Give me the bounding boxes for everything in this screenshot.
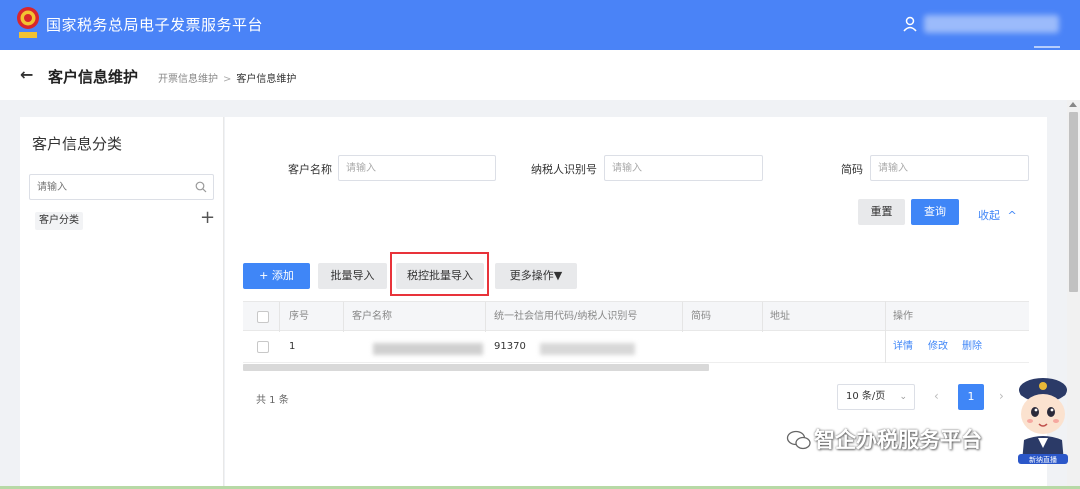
column-divider (682, 302, 683, 332)
column-divider (343, 302, 344, 332)
current-page-button[interactable]: 1 (958, 384, 984, 410)
column-header-credit-code: 统一社会信用代码/纳税人识别号 (494, 311, 638, 322)
customer-name-input[interactable] (338, 155, 496, 181)
watermark-text: 智企办税服务平台 (784, 424, 982, 454)
page-size-value: 10 条/页 (846, 391, 886, 402)
breadcrumb-item-current: 客户信息维护 (236, 74, 297, 85)
page-header: ← 客户信息维护 开票信息维护 > 客户信息维护 (0, 50, 1080, 100)
collapse-label: 收起 (978, 209, 1000, 222)
actions-column-divider (885, 301, 886, 363)
search-icon[interactable] (195, 181, 207, 193)
breadcrumb-item-invoice-info[interactable]: 开票信息维护 (158, 74, 218, 85)
chevron-down-icon: ⌄ (899, 392, 907, 402)
collapse-toggle[interactable]: 收起 ^ (978, 207, 1017, 223)
username-redacted[interactable] (924, 15, 1059, 33)
column-divider (762, 302, 763, 332)
delete-link[interactable]: 删除 (962, 332, 982, 362)
sidebar-title: 客户信息分类 (32, 135, 123, 153)
row-checkbox[interactable] (257, 341, 269, 353)
highlight-annotation (390, 252, 489, 296)
page-size-select[interactable]: 10 条/页 ⌄ (837, 384, 915, 410)
breadcrumb: 开票信息维护 > 客户信息维护 (158, 70, 296, 85)
short-code-input[interactable] (870, 155, 1029, 181)
cell-index: 1 (289, 341, 296, 352)
taxpayer-id-label: 纳税人识别号 (531, 163, 597, 176)
column-header-actions: 操作 (893, 311, 913, 322)
page-scrollbar-thumb[interactable] (1069, 112, 1078, 292)
column-header-customer-name: 客户名称 (352, 311, 392, 322)
scroll-up-arrow-icon[interactable] (1069, 102, 1077, 107)
table-header: 序号 客户名称 统一社会信用代码/纳税人识别号 简码 地址 操作 (243, 301, 1029, 332)
column-divider (279, 302, 280, 332)
edit-link[interactable]: 修改 (928, 332, 948, 362)
reset-button[interactable]: 重置 (858, 199, 905, 225)
sidebar-search-box (29, 174, 214, 200)
mascot-icon: 新纳直播 (1018, 378, 1068, 464)
tax-emblem-icon (17, 7, 39, 38)
query-button[interactable]: 查询 (911, 199, 959, 225)
mascot-badge-text: 新纳直播 (1029, 455, 1057, 464)
chevron-up-icon: ^ (1007, 209, 1017, 222)
total-count: 共 1 条 (256, 395, 289, 406)
watermark-label: 智企办税服务平台 (814, 428, 982, 452)
select-all-checkbox[interactable] (257, 311, 269, 323)
user-icon[interactable] (903, 16, 917, 32)
credit-code-redacted (540, 343, 635, 355)
back-arrow-icon[interactable]: ← (20, 67, 33, 83)
customer-name-redacted (373, 343, 483, 355)
page-title: 客户信息维护 (48, 68, 139, 86)
table-row: 1 91370 详情 修改 删除 (243, 331, 1029, 363)
more-operations-dropdown[interactable]: 更多操作▼ (495, 263, 577, 289)
cell-credit-code: 91370 (494, 341, 526, 352)
top-bar: 国家税务总局电子发票服务平台 (0, 0, 1080, 50)
sidebar-search-input[interactable] (30, 175, 190, 199)
column-divider (485, 302, 486, 332)
table-horizontal-scrollbar[interactable] (243, 364, 709, 371)
detail-link[interactable]: 详情 (893, 332, 913, 362)
add-button[interactable]: + 添加 (243, 263, 310, 289)
user-menu-underline (1034, 46, 1060, 48)
batch-import-button[interactable]: 批量导入 (318, 263, 387, 289)
prev-page-button[interactable]: ‹ (934, 389, 939, 403)
app-title: 国家税务总局电子发票服务平台 (46, 16, 264, 34)
short-code-label: 简码 (841, 163, 863, 176)
column-header-index: 序号 (289, 311, 309, 322)
breadcrumb-separator: > (223, 74, 232, 85)
column-header-address: 地址 (770, 311, 790, 322)
next-page-button[interactable]: › (999, 389, 1004, 403)
add-category-button[interactable]: + (200, 209, 215, 227)
category-sidebar: 客户信息分类 客户分类 + (20, 117, 224, 489)
taxpayer-id-input[interactable] (604, 155, 763, 181)
sidebar-item-customer-category[interactable]: 客户分类 (35, 212, 83, 230)
customer-name-label: 客户名称 (288, 163, 332, 176)
column-header-short-code: 简码 (691, 311, 711, 322)
